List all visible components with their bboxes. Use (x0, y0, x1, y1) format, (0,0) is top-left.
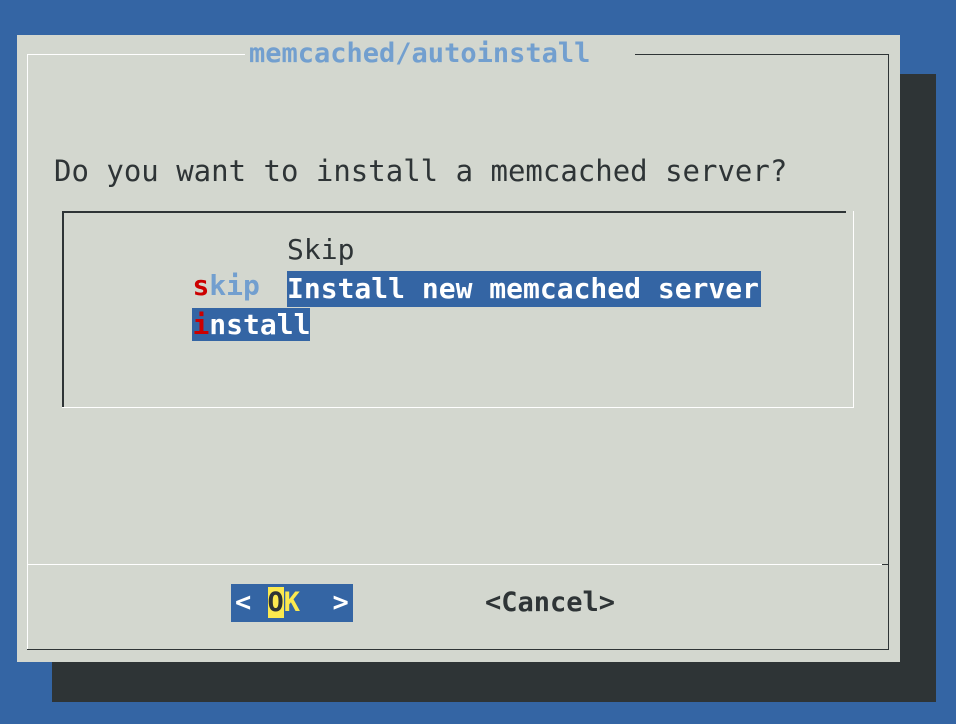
dialog-prompt: Do you want to install a memcached serve… (54, 154, 788, 188)
dialog-frame-left (27, 54, 28, 650)
menu-item-description: Install new memcached server (287, 271, 762, 307)
menu-item-install[interactable]: install Install new memcached server (125, 271, 762, 341)
button-area-separator (27, 564, 883, 565)
dialog-frame-top-right (635, 54, 888, 55)
menu-item-tag-rest: nstall (209, 308, 311, 341)
menu-item-hotkey: i (192, 308, 210, 341)
dialog-frame-top-left (27, 54, 245, 55)
menu-border-bottom (62, 407, 854, 408)
menu-item-tag: install (192, 307, 320, 343)
menu-border-left (62, 211, 64, 407)
menu-item-tag-highlight: install (192, 308, 311, 341)
cancel-button[interactable]: <Cancel> (485, 584, 615, 622)
menu-border-top (62, 211, 846, 213)
ok-button-hotkey: O (267, 587, 284, 618)
dialog-window: memcached/autoinstall Do you want to ins… (17, 35, 900, 662)
menu-border-right (853, 211, 854, 408)
dialog-frame-bottom (27, 649, 889, 650)
ok-button-right-bracket: > (300, 587, 349, 618)
menu-item-skip[interactable]: skip Skip (125, 232, 354, 302)
menu-item-description: Skip (287, 233, 355, 266)
dialog-title: memcached/autoinstall (249, 38, 591, 69)
ok-button-label-rest: K (283, 587, 301, 618)
ok-button[interactable]: < OK > (231, 584, 353, 622)
button-area-separator-shade (882, 564, 889, 565)
ok-button-left-bracket: < (235, 587, 268, 618)
dialog-frame-right (888, 54, 889, 650)
